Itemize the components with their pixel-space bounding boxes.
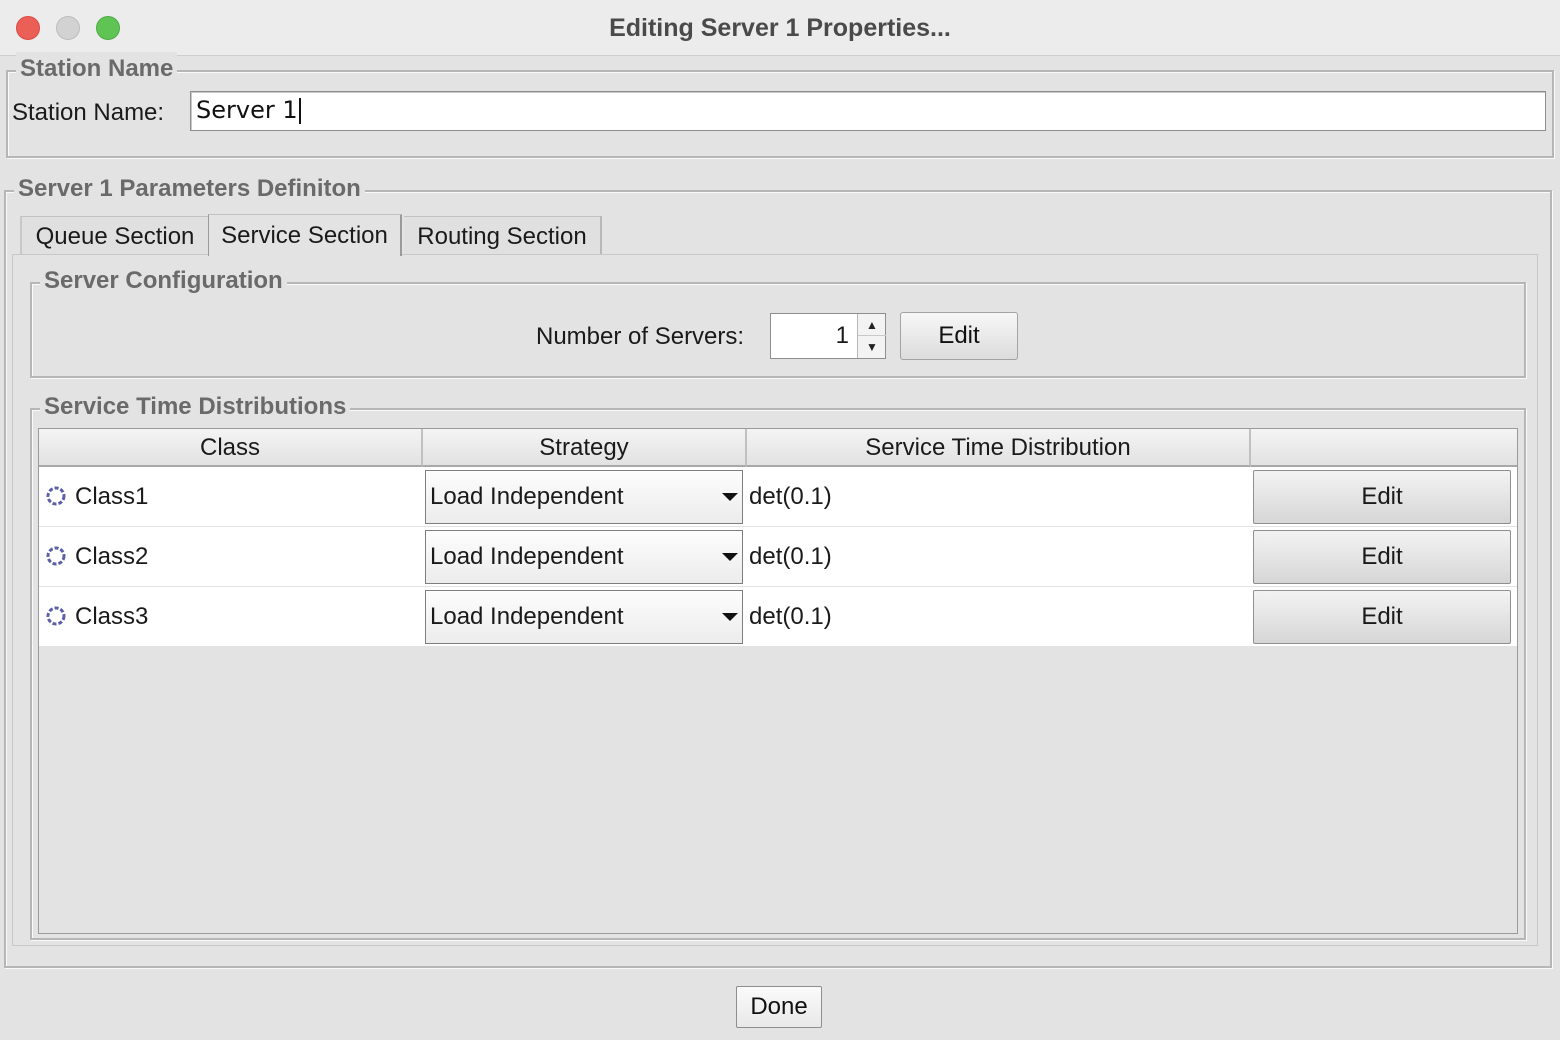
class-name-cell: Class2 [75,543,149,570]
number-of-servers-label: Number of Servers: [536,323,745,350]
table-row[interactable]: Class3 Load Independent det(0.1) Edit [39,587,1517,647]
table-row[interactable]: Class2 Load Independent det(0.1) Edit [39,527,1517,587]
spinner-up-icon[interactable]: ▲ [858,314,886,336]
strategy-select[interactable]: Load Independent [425,590,743,644]
strategy-select[interactable]: Load Independent [425,470,743,524]
parameters-group-title: Server 1 Parameters Definiton [14,172,365,206]
column-header-class[interactable]: Class [39,429,423,467]
done-button[interactable]: Done [736,986,822,1028]
column-header-strategy[interactable]: Strategy [423,429,747,467]
service-time-table: Class Strategy Service Time Distribution… [38,428,1518,934]
column-header-distribution[interactable]: Service Time Distribution [747,429,1251,467]
window-title: Editing Server 1 Properties... [609,14,951,42]
number-of-servers-value[interactable]: 1 [771,314,855,358]
station-name-label: Station Name: [12,99,165,126]
title-bar: Editing Server 1 Properties... [0,0,1560,56]
dialog-window: Editing Server 1 Properties... Station N… [0,0,1560,1040]
column-header-edit[interactable] [1251,429,1517,467]
strategy-value: Load Independent [430,483,624,510]
table-row[interactable]: Class1 Load Independent det(0.1) Edit [39,467,1517,527]
strategy-value: Load Independent [430,543,624,570]
edit-servers-button[interactable]: Edit [900,312,1018,360]
class-name-cell: Class3 [75,603,149,630]
server-configuration-title: Server Configuration [40,264,287,298]
tab-service-section[interactable]: Service Section [208,214,402,256]
station-name-input[interactable]: Server 1 [190,91,1546,131]
edit-distribution-button[interactable]: Edit [1253,470,1511,524]
dropdown-arrow-icon [722,613,738,621]
station-name-group-title: Station Name [16,52,178,86]
class-ring-icon [46,606,66,626]
distribution-cell: det(0.1) [749,543,832,570]
distribution-cell: det(0.1) [749,483,832,510]
station-name-value: Server 1 [196,96,298,124]
edit-distribution-button[interactable]: Edit [1253,590,1511,644]
spinner-buttons: ▲ ▼ [857,314,886,358]
class-name-cell: Class1 [75,483,149,510]
dropdown-arrow-icon [722,493,738,501]
class-ring-icon [46,546,66,566]
distribution-cell: det(0.1) [749,603,832,630]
tab-queue-section[interactable]: Queue Section [20,216,208,254]
strategy-value: Load Independent [430,603,624,630]
spinner-down-icon[interactable]: ▼ [858,336,886,358]
number-of-servers-spinner[interactable]: 1 ▲ ▼ [770,313,886,359]
text-caret [298,98,301,124]
strategy-select[interactable]: Load Independent [425,530,743,584]
service-time-distributions-title: Service Time Distributions [40,390,351,424]
class-ring-icon [46,486,66,506]
edit-distribution-button[interactable]: Edit [1253,530,1511,584]
tab-routing-section[interactable]: Routing Section [404,216,602,254]
dropdown-arrow-icon [722,553,738,561]
